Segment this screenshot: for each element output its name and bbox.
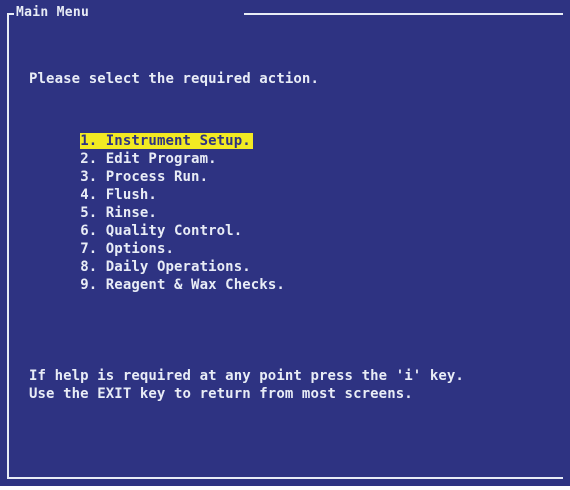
- frame-top-right-border: [244, 13, 563, 15]
- help-text-line-2: Use the EXIT key to return from most scr…: [29, 386, 413, 402]
- main-menu-list: 1. Instrument Setup. 2. Edit Program. 3.…: [29, 114, 287, 293]
- menu-item-label: 4. Flush.: [80, 187, 157, 203]
- menu-item-label: 1. Instrument Setup.: [80, 133, 253, 149]
- menu-item-label: 7. Options.: [80, 241, 175, 257]
- prompt-text: Please select the required action.: [29, 71, 319, 87]
- menu-item-label: 9. Reagent & Wax Checks.: [80, 277, 285, 293]
- menu-item-label: 5. Rinse.: [80, 205, 157, 221]
- window-title: Main Menu: [16, 5, 90, 20]
- menu-item-label: 2. Edit Program.: [80, 151, 217, 167]
- help-text-line-1: If help is required at any point press t…: [29, 368, 464, 384]
- terminal-screen: Main Menu Please select the required act…: [0, 0, 570, 486]
- menu-item-label: 8. Daily Operations.: [80, 259, 251, 275]
- menu-item-instrument-setup[interactable]: 1. Instrument Setup.: [29, 114, 287, 149]
- menu-item-label: 3. Process Run.: [80, 169, 209, 185]
- frame-top-left-border: [7, 13, 14, 15]
- menu-item-label: 6. Quality Control.: [80, 223, 243, 239]
